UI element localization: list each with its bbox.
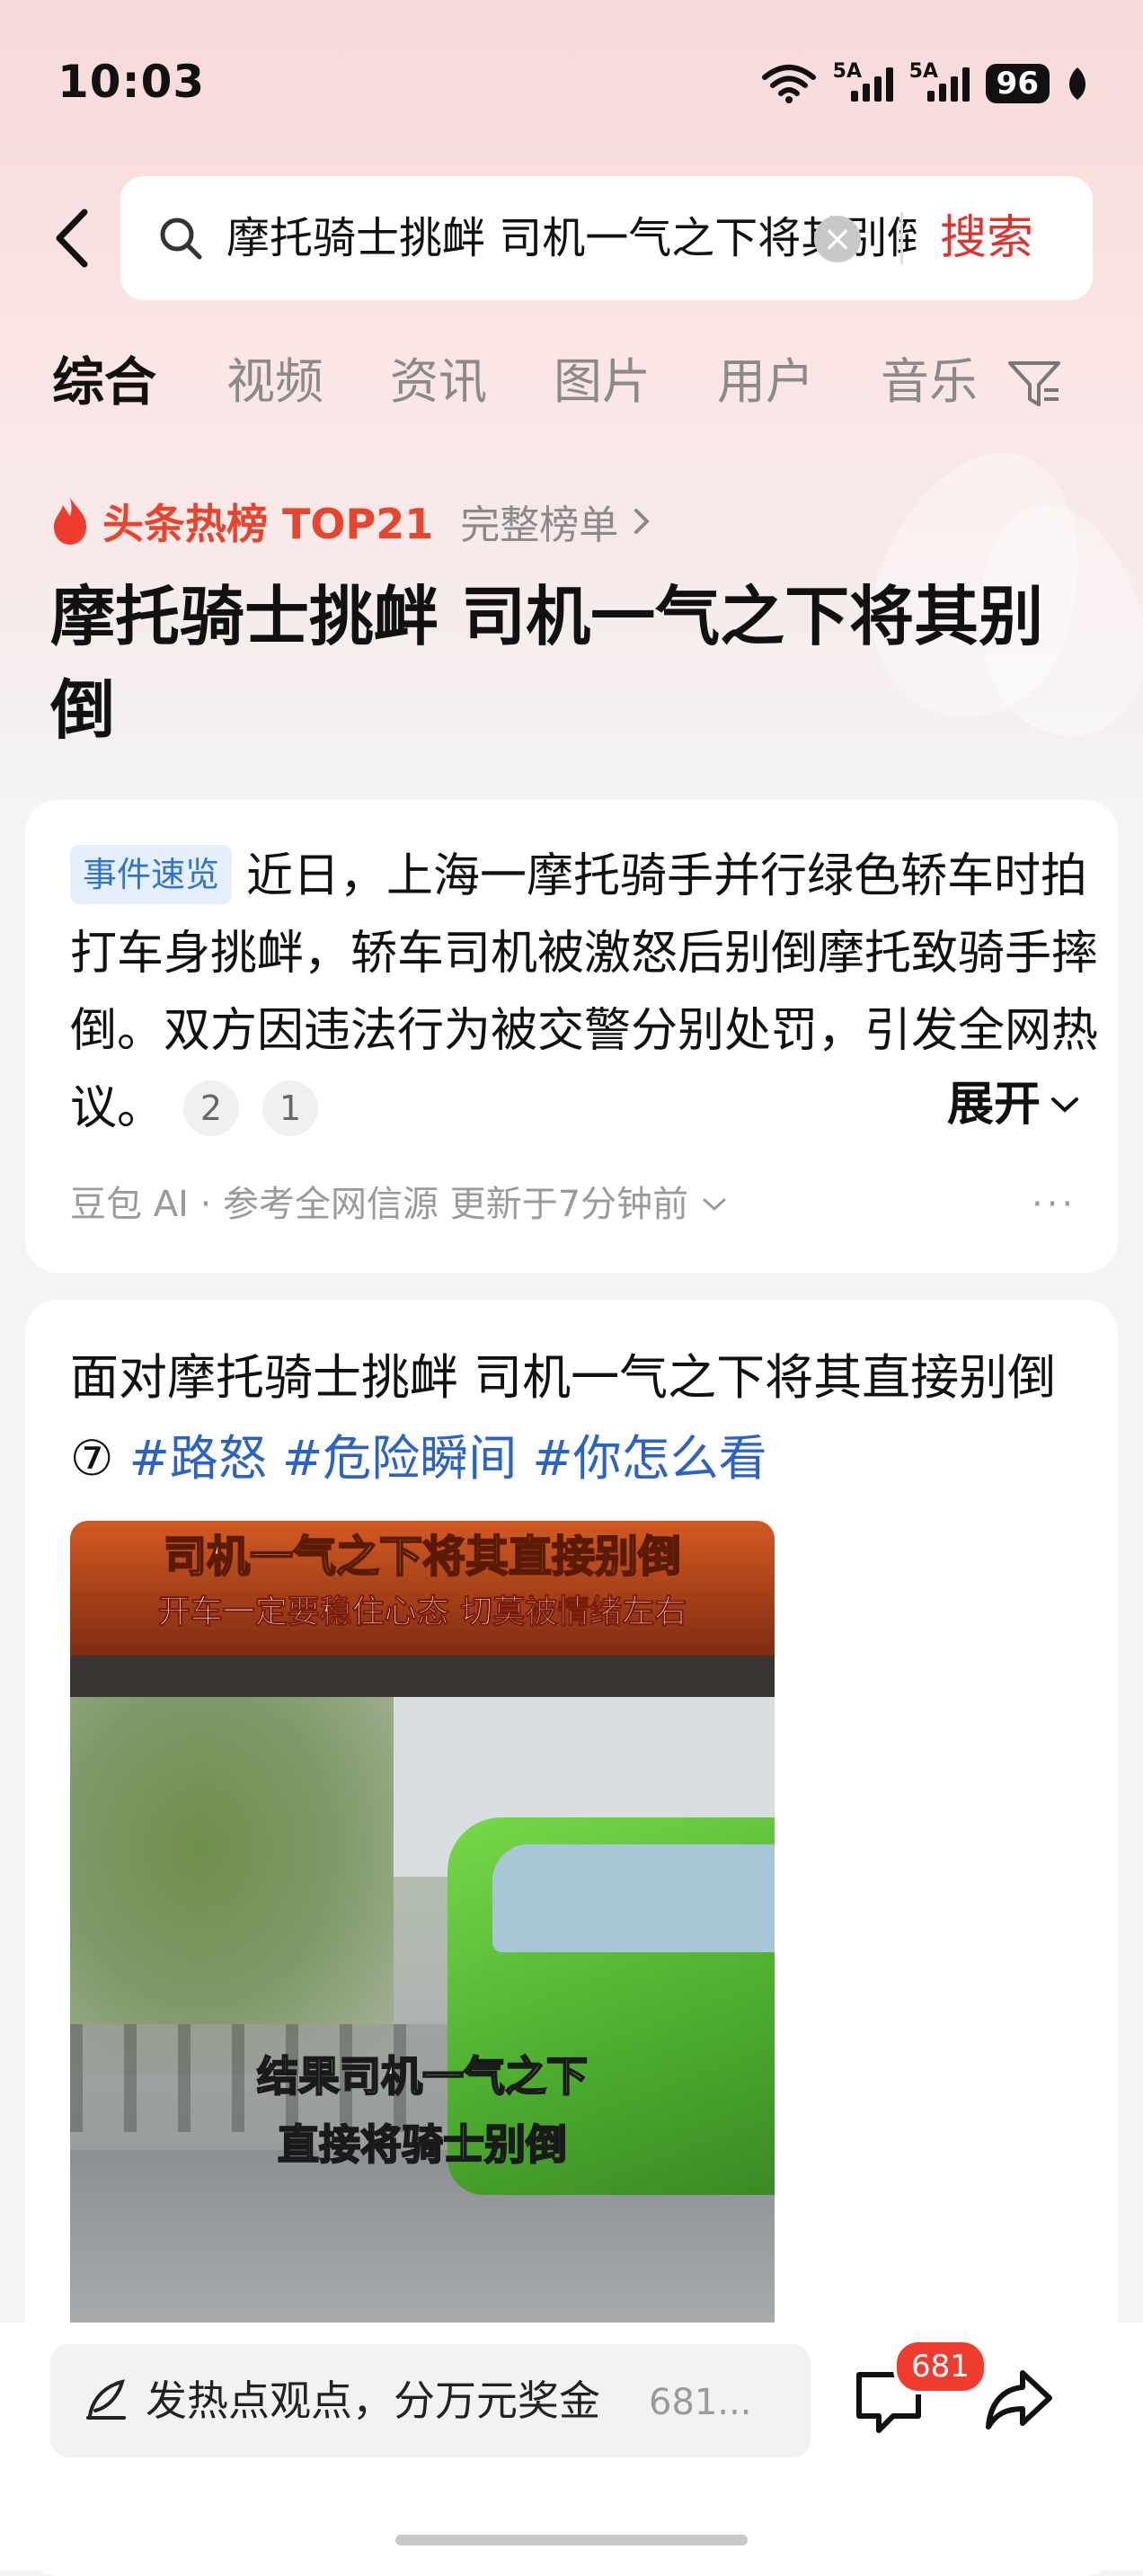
back-arrow-icon[interactable] bbox=[47, 207, 101, 270]
citation-badge[interactable]: 1 bbox=[262, 1080, 319, 1136]
tab-users[interactable]: 用户 bbox=[717, 351, 814, 413]
event-badge: 事件速览 bbox=[70, 845, 233, 904]
chevron-right-icon bbox=[634, 509, 651, 534]
citation-badge[interactable]: 2 bbox=[183, 1080, 240, 1136]
cell-signal-icon: 5A bbox=[909, 60, 970, 102]
source-info[interactable]: 豆包 AI · 参考全网信源 更新于7分钟前 bbox=[70, 1177, 728, 1231]
video-banner: 司机一气之下将其直接别倒 开车一定要稳住心态 切莫被情绪左右 bbox=[70, 1521, 775, 1656]
flame-icon bbox=[54, 498, 86, 545]
video-banner-title: 司机一气之下将其直接别倒 bbox=[163, 1531, 682, 1583]
video-car bbox=[492, 1844, 775, 1952]
post-title[interactable]: 面对摩托骑士挑衅 司机一气之下将其直接别倒⑦ #路怒 #危险瞬间 #你怎么看 bbox=[70, 1337, 1085, 1499]
divider bbox=[900, 212, 903, 264]
chevron-down-icon bbox=[1051, 1097, 1079, 1113]
tab-music[interactable]: 音乐 bbox=[881, 351, 978, 413]
hashtag-link[interactable]: #危险瞬间 bbox=[282, 1430, 517, 1487]
wifi-icon bbox=[761, 65, 816, 103]
hot-rank-label: 头条热榜 TOP21 bbox=[102, 500, 434, 548]
event-summary-card: 事件速览 近日，上海一摩托骑手并行绿色轿车时拍打车身挑衅，轿车司机被激怒后别倒摩托… bbox=[25, 800, 1118, 1273]
home-indicator[interactable] bbox=[395, 2535, 748, 2545]
video-scene bbox=[70, 1697, 394, 2074]
video-caption-line: 直接将骑士别倒 bbox=[277, 2119, 568, 2170]
hashtag-link[interactable]: #你怎么看 bbox=[532, 1430, 766, 1487]
cell-signal-icon: 5A bbox=[833, 60, 893, 102]
more-options-icon[interactable]: ··· bbox=[1032, 1177, 1077, 1231]
leaf-icon bbox=[1068, 67, 1086, 100]
filter-icon[interactable] bbox=[1006, 358, 1062, 412]
status-bar: 10:03 5A 5A 96 bbox=[0, 0, 1143, 171]
expand-label: 展开 bbox=[947, 1078, 1041, 1132]
battery-indicator: 96 bbox=[985, 64, 1050, 103]
search-input[interactable]: 摩托骑士挑衅 司机一气之下将其别倒 bbox=[226, 210, 917, 266]
tab-images[interactable]: 图片 bbox=[554, 351, 651, 413]
comment-count-text: 681... bbox=[649, 2382, 752, 2423]
search-bar[interactable]: 摩托骑士挑衅 司机一气之下将其别倒 × 搜索 bbox=[120, 176, 1093, 300]
video-thumbnail[interactable]: 司机一气之下将其直接别倒 开车一定要稳住心态 切莫被情绪左右 结果司机一气之下 … bbox=[70, 1521, 775, 2420]
signal-label: 5A bbox=[908, 60, 939, 83]
chevron-down-icon bbox=[703, 1198, 726, 1212]
tab-news[interactable]: 资讯 bbox=[390, 351, 487, 413]
clear-icon[interactable]: × bbox=[814, 216, 861, 262]
share-icon[interactable] bbox=[983, 2366, 1055, 2434]
pen-icon bbox=[86, 2379, 126, 2420]
video-caption: 结果司机一气之下 直接将骑士别倒 bbox=[70, 2042, 775, 2179]
tab-video[interactable]: 视频 bbox=[226, 351, 323, 413]
signal-label: 5A bbox=[832, 60, 863, 83]
comment-input[interactable]: 发热点观点，分万元奖金 681... bbox=[50, 2344, 811, 2457]
comment-placeholder: 发热点观点，分万元奖金 bbox=[146, 2376, 600, 2425]
expand-button[interactable]: 展开 bbox=[947, 1075, 1080, 1134]
hashtag-link[interactable]: #路怒 bbox=[129, 1430, 267, 1487]
video-banner-subtitle: 开车一定要稳住心态 切莫被情绪左右 bbox=[157, 1594, 687, 1631]
page-title: 摩托骑士挑衅 司机一气之下将其别倒 bbox=[50, 579, 1044, 748]
status-time: 10:03 bbox=[58, 56, 206, 108]
video-caption-line: 结果司机一气之下 bbox=[256, 2051, 589, 2101]
bottom-action-bar: 发热点观点，分万元奖金 681... 681 bbox=[0, 2323, 1143, 2571]
video-scene bbox=[70, 1656, 775, 1697]
search-button[interactable]: 搜索 bbox=[940, 207, 1033, 270]
search-tabs: 综合 视频 资讯 图片 用户 音乐 bbox=[52, 351, 1094, 413]
status-icons: 5A 5A 96 bbox=[761, 60, 1089, 104]
comment-count-badge: 681 bbox=[893, 2339, 988, 2394]
search-icon bbox=[160, 218, 202, 260]
tab-comprehensive[interactable]: 综合 bbox=[52, 351, 156, 413]
hot-rank-row[interactable]: 头条热榜 TOP21 完整榜单 bbox=[50, 493, 652, 550]
full-list-link[interactable]: 完整榜单 bbox=[460, 493, 618, 550]
source-text: 豆包 AI · 参考全网信源 更新于7分钟前 bbox=[70, 1184, 689, 1225]
